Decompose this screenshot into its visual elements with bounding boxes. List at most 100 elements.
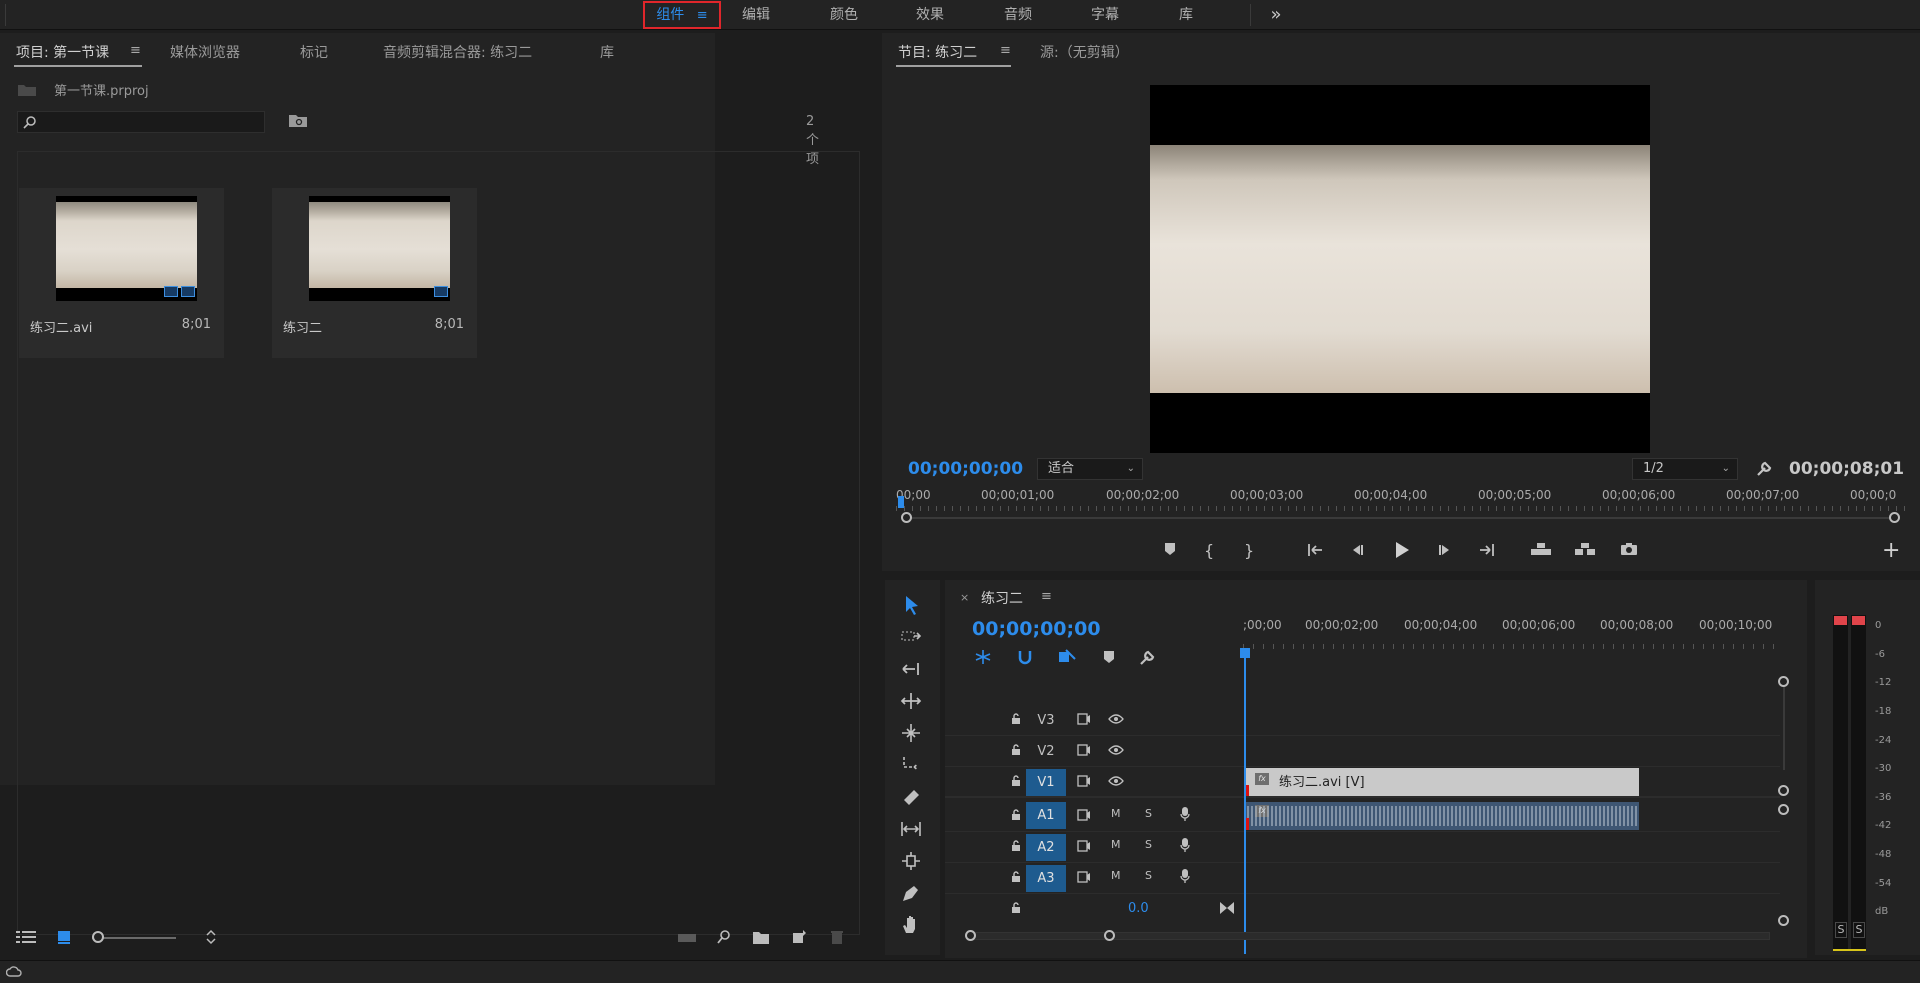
workspace-color[interactable]: 颜色 (826, 0, 862, 30)
hand-tool-icon[interactable] (900, 914, 922, 936)
workspace-assembly[interactable]: 组件 ≡ (643, 1, 721, 29)
zoom-level-select[interactable]: 适合 ⌄ (1037, 458, 1143, 480)
workspace-audio[interactable]: 音频 (1000, 0, 1036, 30)
horizontal-scroll-end-handle[interactable] (1104, 930, 1115, 941)
program-zoom-bar[interactable] (906, 517, 1896, 519)
zoom-slider-handle[interactable] (92, 931, 104, 943)
tab-sequence[interactable]: 练习二 (981, 588, 1023, 608)
track-label-a3[interactable]: A3 (1026, 865, 1066, 892)
workspace-menu-icon[interactable]: ≡ (697, 8, 708, 23)
solo-button[interactable]: S (1145, 807, 1152, 820)
vertical-scroll-handle[interactable] (1778, 785, 1789, 796)
play-icon[interactable] (1394, 541, 1410, 559)
project-panel-menu-icon[interactable]: ≡ (130, 43, 141, 58)
lock-icon[interactable] (1011, 871, 1021, 883)
ripple-edit-tool-icon[interactable] (900, 658, 922, 680)
master-volume-value[interactable]: 0.0 (1128, 901, 1149, 916)
go-to-out-icon[interactable] (1478, 543, 1496, 557)
program-panel-menu-icon[interactable]: ≡ (1000, 43, 1011, 58)
horizontal-scroll-start-handle[interactable] (965, 930, 976, 941)
sync-lock-icon[interactable] (1077, 775, 1091, 787)
microphone-icon[interactable] (1180, 806, 1190, 822)
resolution-select[interactable]: 1/2 ⌄ (1632, 458, 1738, 480)
automate-to-sequence-icon[interactable] (678, 932, 696, 944)
razor-track-tool-icon[interactable] (900, 754, 922, 776)
video-clip[interactable]: fx 练习二.avi [V] (1245, 768, 1639, 796)
track-label-v2[interactable]: V2 (1026, 738, 1066, 765)
razor-tool-icon[interactable] (900, 786, 922, 808)
new-item-icon[interactable] (792, 930, 806, 944)
go-to-in-icon[interactable] (1306, 543, 1324, 557)
mark-out-icon[interactable]: } (1244, 541, 1254, 560)
mute-button[interactable]: M (1111, 838, 1121, 851)
sync-lock-icon[interactable] (1077, 871, 1091, 883)
lock-icon[interactable] (1011, 713, 1021, 725)
sequence-menu-icon[interactable]: ≡ (1041, 589, 1052, 604)
list-view-icon[interactable] (16, 930, 36, 944)
tab-project[interactable]: 项目: 第一节课 (16, 42, 109, 62)
vertical-scroll-handle[interactable] (1778, 915, 1789, 926)
rate-stretch-tool-icon[interactable] (900, 722, 922, 744)
meter-solo-right[interactable]: S (1853, 922, 1865, 938)
timeline-playhead[interactable] (1244, 654, 1246, 954)
linked-selection-icon[interactable] (1058, 649, 1076, 665)
sync-lock-icon[interactable] (1077, 840, 1091, 852)
program-time-ruler[interactable]: 00;00 00;00;01;00 00;00;02;00 00;00;03;0… (896, 488, 1920, 518)
master-output-icon[interactable] (1219, 901, 1235, 915)
track-label-v3[interactable]: V3 (1026, 707, 1066, 734)
track-select-tool-icon[interactable] (900, 626, 922, 648)
new-bin-icon[interactable] (752, 931, 770, 945)
nest-sequences-icon[interactable] (974, 649, 992, 665)
lock-icon[interactable] (1011, 775, 1021, 787)
audio-clip[interactable]: fx (1245, 802, 1639, 830)
add-marker-icon[interactable] (1103, 650, 1115, 664)
eye-icon[interactable] (1108, 776, 1124, 786)
mute-button[interactable]: M (1111, 869, 1121, 882)
pen-tool-icon[interactable] (900, 882, 922, 904)
sort-icon[interactable] (205, 929, 217, 945)
vertical-scroll-handle[interactable] (1778, 676, 1789, 687)
bin-item-sequence[interactable]: 练习二 8;01 (272, 188, 477, 358)
workspace-captions[interactable]: 字幕 (1087, 0, 1123, 30)
program-zoom-start-handle[interactable] (901, 512, 912, 523)
solo-button[interactable]: S (1145, 869, 1152, 882)
eye-icon[interactable] (1108, 745, 1124, 755)
tab-audio-clip-mixer[interactable]: 音频剪辑混合器: 练习二 (383, 42, 532, 62)
tab-program[interactable]: 节目: 练习二 (898, 42, 977, 62)
mark-in-icon[interactable]: { (1204, 541, 1214, 560)
step-forward-icon[interactable] (1438, 543, 1452, 557)
program-current-timecode[interactable]: 00;00;00;00 (908, 459, 1023, 479)
sync-lock-icon[interactable] (1077, 744, 1091, 756)
search-input[interactable] (42, 114, 260, 130)
track-label-a1[interactable]: A1 (1026, 802, 1066, 829)
vertical-scrollbar-video[interactable] (1783, 680, 1785, 770)
wrench-icon[interactable] (1755, 460, 1773, 478)
timeline-settings-icon[interactable] (1138, 649, 1156, 667)
add-marker-icon[interactable] (1164, 542, 1176, 556)
clear-icon[interactable] (830, 929, 844, 945)
lock-icon[interactable] (1011, 902, 1021, 914)
add-button-icon[interactable]: + (1882, 538, 1900, 563)
workspace-editing[interactable]: 编辑 (738, 0, 774, 30)
export-frame-icon[interactable] (1620, 542, 1638, 556)
workspace-effects[interactable]: 效果 (912, 0, 948, 30)
sync-lock-icon[interactable] (1077, 809, 1091, 821)
slip-tool-icon[interactable] (900, 818, 922, 840)
close-sequence-icon[interactable]: × (960, 591, 969, 604)
vertical-scroll-handle[interactable] (1778, 804, 1789, 815)
mute-button[interactable]: M (1111, 807, 1121, 820)
eye-icon[interactable] (1108, 714, 1124, 724)
extract-icon[interactable] (1574, 542, 1596, 556)
find-icon[interactable] (717, 929, 731, 945)
slide-tool-icon[interactable] (900, 850, 922, 872)
selection-tool-icon[interactable] (900, 594, 922, 616)
snap-icon[interactable] (1017, 649, 1033, 665)
horizontal-scrollbar[interactable] (970, 932, 1770, 940)
tab-libraries[interactable]: 库 (600, 42, 614, 62)
search-field[interactable] (17, 111, 265, 133)
zoom-slider[interactable] (92, 937, 176, 939)
icon-view-icon[interactable] (56, 929, 72, 945)
lock-icon[interactable] (1011, 809, 1021, 821)
timeline-playhead-handle[interactable] (1240, 648, 1250, 658)
new-search-bin-icon[interactable] (288, 114, 308, 128)
